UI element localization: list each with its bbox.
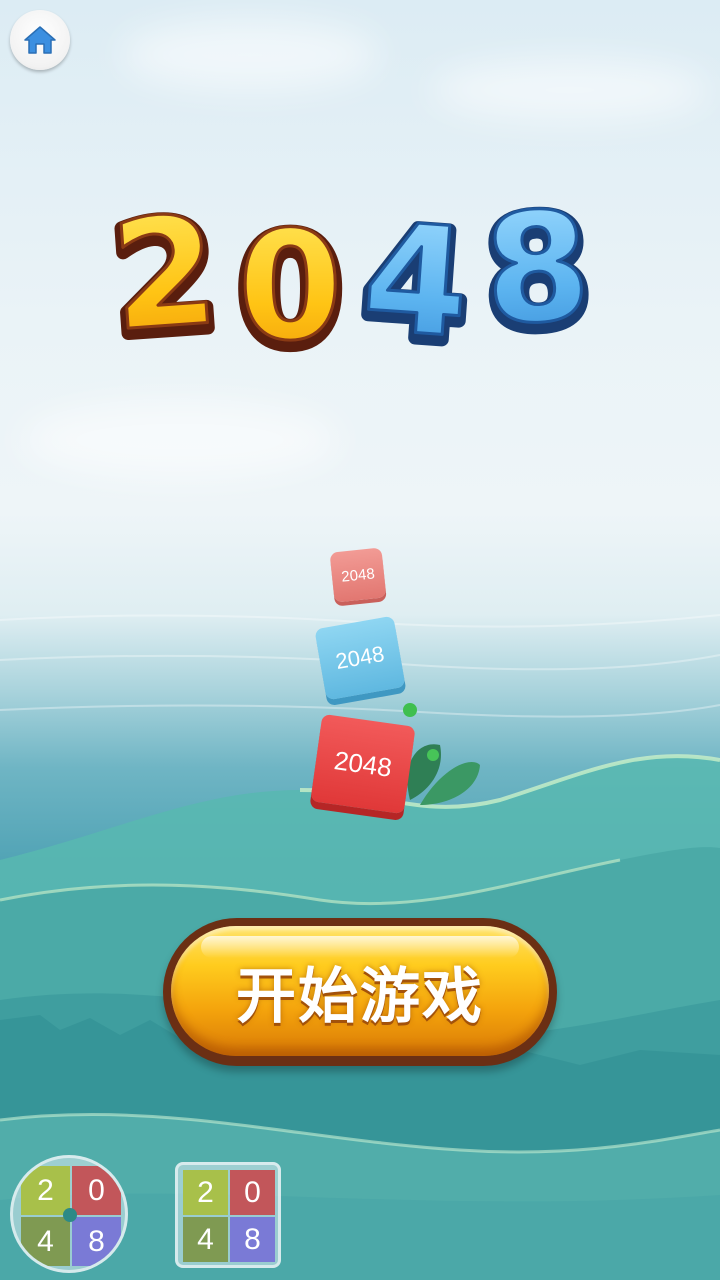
- logo-digit-8-face: 8: [481, 180, 594, 359]
- logo-digit-4-face: 4: [358, 191, 474, 365]
- mode-cell: 4: [21, 1217, 70, 1266]
- logo-digit-2-face: 2: [110, 184, 223, 365]
- mode-cell: 8: [72, 1217, 121, 1266]
- tile-label: 2048: [332, 744, 394, 783]
- mode-circle-button[interactable]: 2 0 4 8: [10, 1155, 128, 1273]
- mode-cell: 0: [72, 1166, 121, 1215]
- cell-label: 4: [37, 1224, 54, 1258]
- cell-label: 8: [244, 1222, 261, 1256]
- cell-label: 2: [197, 1175, 214, 1209]
- cell-label: 0: [88, 1173, 105, 1207]
- mode-cell: 2: [21, 1166, 70, 1215]
- cell-label: 4: [197, 1222, 214, 1256]
- falling-tile-large: 2048: [310, 713, 416, 815]
- falling-tile-medium: 2048: [314, 615, 406, 701]
- mode-cell: 8: [230, 1217, 275, 1262]
- start-game-button[interactable]: 开始游戏: [163, 918, 557, 1066]
- start-button-face: 开始游戏: [171, 926, 549, 1056]
- mode-square-button[interactable]: 2 0 4 8: [175, 1162, 281, 1268]
- mode-cell: 4: [183, 1217, 228, 1262]
- home-icon: [24, 26, 56, 54]
- game-logo: 2 2 0 0 4 4 8 8: [110, 178, 601, 365]
- logo-digit-0-face: 0: [238, 200, 342, 365]
- tile-label: 2048: [340, 564, 376, 586]
- mode-center-dot: [63, 1208, 77, 1222]
- tile-label: 2048: [333, 640, 387, 675]
- home-button[interactable]: [10, 10, 70, 70]
- cell-label: 2: [37, 1173, 54, 1207]
- falling-tile-small: 2048: [329, 547, 387, 603]
- cell-label: 0: [244, 1175, 261, 1209]
- cell-label: 8: [88, 1224, 105, 1258]
- mode-cell: 0: [230, 1170, 275, 1215]
- mode-cell: 2: [183, 1170, 228, 1215]
- start-button-label: 开始游戏: [236, 961, 484, 1032]
